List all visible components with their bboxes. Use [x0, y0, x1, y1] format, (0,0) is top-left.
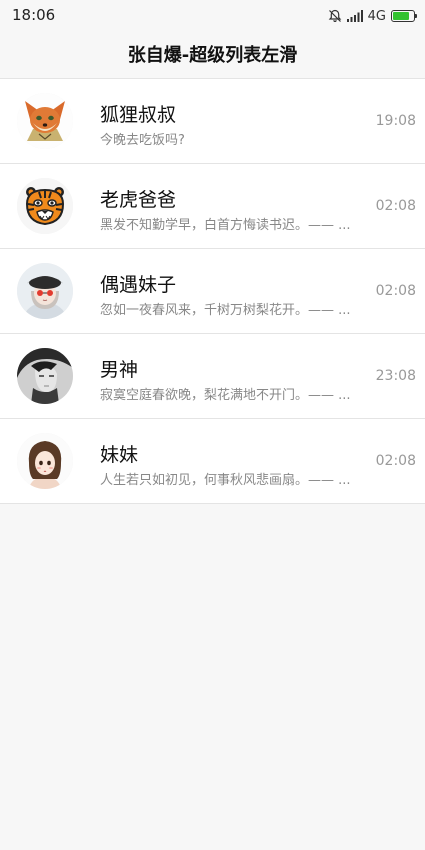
conversation-time: 23:08 [375, 368, 416, 384]
conversation-preview: 黑发不知勤学早，白首方悔读书迟。—— ... [100, 218, 350, 233]
conversation-list: 狐狸叔叔 今晚去吃饭吗? 19:08 老虎爸爸 黑发不知勤学早，白首方悔读书迟。… [0, 78, 425, 504]
fox-avatar-image [17, 93, 73, 149]
battery-fill [393, 12, 409, 20]
conversation-time: 02:08 [375, 453, 416, 469]
tiger-avatar-image [17, 178, 73, 234]
tiger-avatar [17, 178, 73, 234]
conversation-preview: 寂寞空庭春欲晚，梨花满地不开门。—— ... [100, 388, 350, 403]
conversation-name: 偶遇妹子 [100, 274, 177, 296]
conversation-name: 妹妹 [100, 444, 139, 466]
conversation-preview: 忽如一夜春风来，千树万树梨花开。—— ... [100, 303, 350, 318]
page-title: 张自爆-超级列表左滑 [127, 45, 298, 66]
conversation-preview: 今晚去吃饭吗? [100, 133, 185, 148]
sister-avatar [17, 433, 73, 489]
girl-avatar [17, 263, 73, 319]
conversation-time: 19:08 [375, 113, 416, 129]
battery-icon [391, 10, 417, 22]
status-time: 18:06 [12, 6, 56, 24]
status-icons: 4G [328, 6, 417, 26]
list-item[interactable]: 偶遇妹子 忽如一夜春风来，千树万树梨花开。—— ... 02:08 [0, 249, 425, 334]
list-item[interactable]: 狐狸叔叔 今晚去吃饭吗? 19:08 [0, 79, 425, 164]
mute-bell-icon [328, 9, 341, 23]
conversation-name: 老虎爸爸 [100, 189, 177, 211]
sister-avatar-image [17, 433, 73, 489]
list-item[interactable]: 男神 寂寞空庭春欲晚，梨花满地不开门。—— ... 23:08 [0, 334, 425, 419]
conversation-name: 狐狸叔叔 [100, 104, 177, 126]
man-avatar [17, 348, 73, 404]
girl-avatar-image [17, 263, 73, 319]
conversation-preview: 人生若只如初见，何事秋风悲画扇。—— ... [100, 473, 350, 488]
conversation-time: 02:08 [375, 198, 416, 214]
man-avatar-image [17, 348, 73, 404]
list-item[interactable]: 老虎爸爸 黑发不知勤学早，白首方悔读书迟。—— ... 02:08 [0, 164, 425, 249]
fox-avatar [17, 93, 73, 149]
conversation-name: 男神 [100, 359, 139, 381]
battery-cap [415, 14, 417, 18]
signal-icon [346, 10, 363, 22]
network-type: 4G [367, 8, 386, 24]
list-item[interactable]: 妹妹 人生若只如初见，何事秋风悲画扇。—— ... 02:08 [0, 419, 425, 504]
status-bar: 18:06 4G [0, 0, 425, 32]
title-bar: 张自爆-超级列表左滑 [0, 32, 425, 76]
conversation-time: 02:08 [375, 283, 416, 299]
